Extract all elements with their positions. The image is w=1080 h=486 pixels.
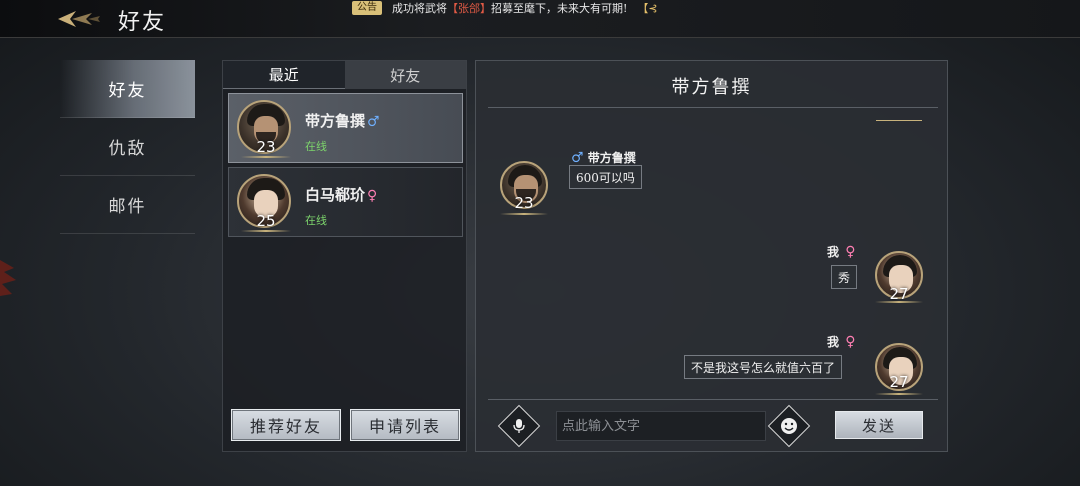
back-arrow-icon (58, 11, 100, 27)
announcement-text-after: 招募至麾下，未来大有可期! (491, 2, 628, 15)
message-bubble: 秀 (831, 265, 858, 289)
female-icon: ♀ (845, 244, 856, 260)
female-icon: ♀ (367, 188, 378, 204)
female-icon: ♀ (845, 334, 856, 350)
send-button[interactable]: 发送 (835, 411, 923, 439)
microphone-icon (505, 412, 533, 440)
left-navigation: 好友 仇敌 邮件 (60, 60, 195, 234)
divider (488, 399, 938, 400)
decorative-emblem-icon (0, 260, 16, 296)
message-sender: 我 ♀ (827, 333, 855, 350)
message-sender-name: 我 (827, 335, 840, 349)
message-bubble: 不是我这号怎么就值六百了 (684, 355, 843, 379)
friend-name: 带方鲁撰 ♂ (305, 110, 380, 131)
friends-tabs: 最近 好友 (223, 61, 466, 89)
friend-name: 白马郗玠 ♀ (305, 184, 377, 205)
message-sender: ♂ 带方鲁撰 (569, 149, 636, 166)
recommend-friends-button[interactable]: 推荐好友 (231, 409, 341, 441)
scrolled-level-badge (876, 113, 922, 121)
nav-item-enemies[interactable]: 仇敌 (60, 118, 195, 176)
male-icon: ♂ (367, 114, 380, 130)
message-sender-name: 我 (827, 245, 840, 259)
nav-item-label: 邮件 (108, 197, 147, 217)
friend-name-text: 白马郗玠 (305, 186, 366, 204)
friend-level: 25 (256, 212, 276, 230)
tab-friends[interactable]: 好友 (344, 61, 466, 89)
chat-panel: 带方鲁撰 23 ♂ 带方鲁撰 600可以吗 27 我 ♀ 秀 27 我 ♀ 不是… (475, 60, 948, 452)
friend-status: 在线 (305, 214, 327, 227)
divider (488, 107, 938, 108)
nav-item-label: 好友 (108, 81, 147, 101)
nav-item-mail[interactable]: 邮件 (60, 176, 195, 234)
announcement-highlight: 【张郃】 (447, 2, 491, 15)
nav-item-friends[interactable]: 好友 (60, 60, 195, 118)
friend-list-item[interactable]: 23 带方鲁撰 ♂ 在线 (228, 93, 463, 163)
smiley-icon (775, 412, 803, 440)
friends-panel: 最近 好友 23 带方鲁撰 ♂ 在线 25 白马郗玠 ♀ 在线 推荐好友 申请列表 (222, 60, 467, 452)
message-bubble: 600可以吗 (569, 165, 642, 189)
message-level: 23 (514, 194, 534, 212)
announcement-banner: 公告 成功将武将【张郃】招募至麾下，未来大有可期! 【⊰ (352, 0, 658, 16)
chat-input[interactable] (556, 411, 766, 441)
top-bar: 好友 公告 成功将武将【张郃】招募至麾下，未来大有可期! 【⊰ (0, 0, 1080, 38)
voice-input-button[interactable] (497, 404, 541, 448)
page-title: 好友 (118, 10, 167, 35)
tab-recent[interactable]: 最近 (223, 61, 345, 89)
back-button[interactable] (52, 8, 102, 30)
chat-title: 带方鲁撰 (671, 77, 752, 98)
friend-level: 23 (256, 138, 276, 156)
friend-list-item[interactable]: 25 白马郗玠 ♀ 在线 (228, 167, 463, 237)
message-sender-name: 带方鲁撰 (587, 151, 636, 165)
friend-requests-button[interactable]: 申请列表 (350, 409, 460, 441)
message-level: 27 (889, 373, 909, 391)
friend-name-text: 带方鲁撰 (305, 112, 366, 130)
friend-status: 在线 (305, 140, 327, 153)
nav-item-label: 仇敌 (108, 139, 147, 159)
message-level: 27 (889, 285, 909, 303)
emoji-button[interactable] (767, 404, 811, 448)
male-icon: ♂ (571, 150, 584, 166)
announcement-tail: 【⊰ (637, 2, 658, 15)
announcement-text-before: 成功将武将 (392, 2, 447, 15)
message-sender: 我 ♀ (827, 243, 855, 260)
announcement-tag: 公告 (352, 1, 382, 15)
